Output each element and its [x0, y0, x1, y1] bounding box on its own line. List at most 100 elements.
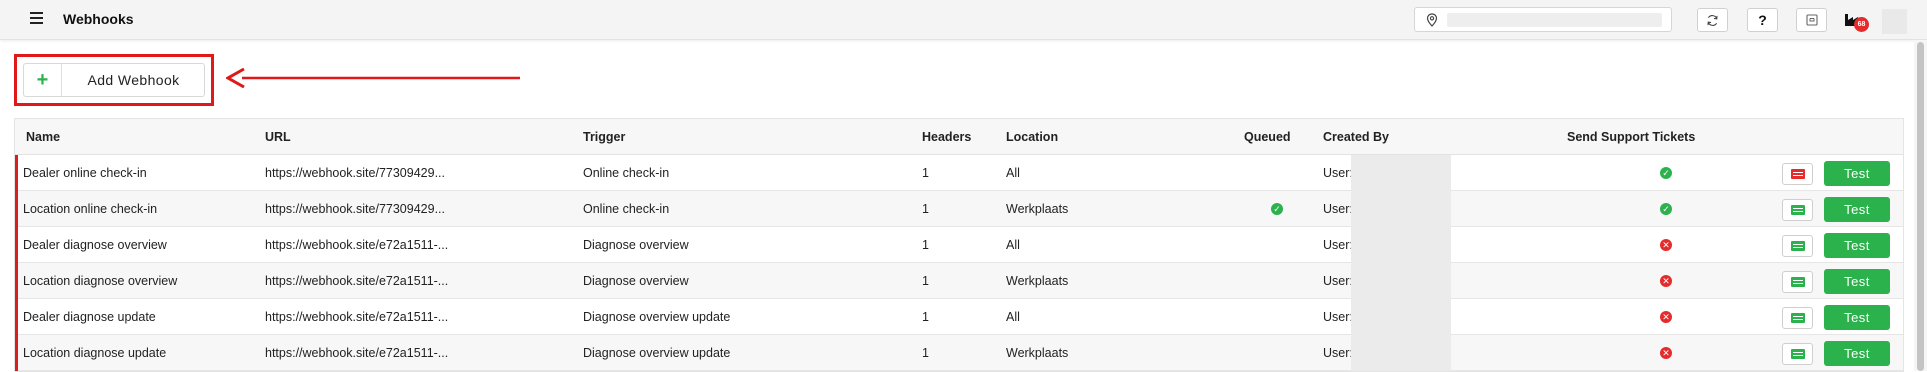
- location-select-value-redacted: [1447, 13, 1662, 27]
- cell-headers: 1: [922, 274, 929, 288]
- location-select[interactable]: [1414, 7, 1672, 32]
- column-header-url[interactable]: URL: [265, 119, 291, 155]
- cell-location: All: [1006, 310, 1020, 324]
- webhooks-table: Name URL Trigger Headers Location Queued…: [14, 118, 1904, 372]
- cell-location: Werkplaats: [1006, 274, 1069, 288]
- annotation-arrow: [226, 68, 520, 88]
- support-tickets-button[interactable]: [1782, 163, 1813, 185]
- archive-button[interactable]: [1796, 8, 1827, 32]
- row-status-bar: [15, 299, 18, 335]
- cell-created-by: User:: [1323, 202, 1353, 216]
- cell-name: Location diagnose update: [23, 346, 167, 360]
- column-header-created-by[interactable]: Created By: [1323, 119, 1389, 155]
- cell-name: Location online check-in: [23, 202, 158, 216]
- archive-icon: [1805, 14, 1818, 26]
- table-row[interactable]: Location diagnose overview https://webhoo…: [15, 263, 1903, 299]
- test-button[interactable]: Test: [1824, 233, 1890, 258]
- cell-headers: 1: [922, 202, 929, 216]
- cell-created-by: User:: [1323, 274, 1353, 288]
- created-by-redacted: [1351, 191, 1451, 227]
- cell-location: Werkplaats: [1006, 346, 1069, 360]
- test-button[interactable]: Test: [1824, 269, 1890, 294]
- column-header-send-support-tickets[interactable]: Send Support Tickets: [1567, 119, 1695, 155]
- column-header-queued[interactable]: Queued: [1244, 119, 1291, 155]
- test-button[interactable]: Test: [1824, 197, 1890, 222]
- ticket-list-icon: [1790, 205, 1805, 215]
- test-button[interactable]: Test: [1824, 305, 1890, 330]
- created-by-redacted: [1351, 263, 1451, 299]
- table-body: Dealer online check-in https://webhook.si…: [15, 155, 1903, 371]
- cell-url: https://webhook.site/77309429...: [265, 202, 445, 216]
- created-by-redacted: [1351, 335, 1451, 371]
- cell-url: https://webhook.site/e72a1511-...: [265, 238, 449, 252]
- plus-icon: +: [24, 64, 62, 96]
- table-row[interactable]: Location online check-in https://webhook.…: [15, 191, 1903, 227]
- cell-name: Dealer diagnose overview: [23, 238, 167, 252]
- cell-url: https://webhook.site/77309429...: [265, 166, 445, 180]
- table-row[interactable]: Dealer diagnose update https://webhook.si…: [15, 299, 1903, 335]
- check-circle-icon: ✓: [1660, 203, 1672, 215]
- support-tickets-button[interactable]: [1782, 199, 1813, 221]
- cell-headers: 1: [922, 346, 929, 360]
- x-circle-icon: ✕: [1660, 311, 1672, 323]
- cell-name: Dealer online check-in: [23, 166, 147, 180]
- cell-headers: 1: [922, 166, 929, 180]
- vertical-scrollbar[interactable]: [1914, 40, 1927, 371]
- table-header: Name URL Trigger Headers Location Queued…: [15, 119, 1903, 155]
- scrollbar-thumb[interactable]: [1917, 42, 1924, 371]
- help-button[interactable]: ?: [1747, 8, 1778, 32]
- cell-url: https://webhook.site/e72a1511-...: [265, 310, 449, 324]
- hamburger-icon[interactable]: [30, 12, 43, 26]
- ticket-list-icon: [1790, 277, 1805, 287]
- cell-created-by: User:: [1323, 310, 1353, 324]
- row-status-bar: [15, 263, 18, 299]
- column-header-location[interactable]: Location: [1006, 119, 1058, 155]
- ticket-list-icon: [1790, 313, 1805, 323]
- check-circle-icon: ✓: [1660, 167, 1672, 179]
- cell-name: Dealer diagnose update: [23, 310, 156, 324]
- column-header-trigger[interactable]: Trigger: [583, 119, 625, 155]
- ticket-list-icon: [1790, 169, 1805, 179]
- cell-location: All: [1006, 166, 1020, 180]
- support-tickets-button[interactable]: [1782, 235, 1813, 257]
- created-by-redacted: [1351, 155, 1451, 191]
- x-circle-icon: ✕: [1660, 239, 1672, 251]
- cell-location: All: [1006, 238, 1020, 252]
- top-bar: Webhooks ? 68: [0, 0, 1927, 40]
- row-status-bar: [15, 227, 18, 263]
- support-tickets-button[interactable]: [1782, 307, 1813, 329]
- column-header-headers[interactable]: Headers: [922, 119, 971, 155]
- cell-trigger: Diagnose overview update: [583, 310, 731, 324]
- test-button[interactable]: Test: [1824, 161, 1890, 186]
- cell-trigger: Diagnose overview: [583, 274, 689, 288]
- cell-trigger: Online check-in: [583, 202, 670, 216]
- cell-url: https://webhook.site/e72a1511-...: [265, 274, 449, 288]
- map-pin-icon: [1426, 13, 1438, 27]
- x-circle-icon: ✕: [1660, 275, 1672, 287]
- cell-created-by: User:: [1323, 166, 1353, 180]
- avatar[interactable]: [1882, 9, 1907, 34]
- table-row[interactable]: Dealer online check-in https://webhook.si…: [15, 155, 1903, 191]
- add-webhook-label: Add Webhook: [87, 72, 180, 88]
- created-by-redacted: [1351, 227, 1451, 263]
- cell-created-by: User:: [1323, 346, 1353, 360]
- cell-headers: 1: [922, 238, 929, 252]
- support-tickets-button[interactable]: [1782, 271, 1813, 293]
- table-row[interactable]: Location diagnose update https://webhook.…: [15, 335, 1903, 371]
- cell-created-by: User:: [1323, 238, 1353, 252]
- column-header-name[interactable]: Name: [26, 119, 60, 155]
- x-circle-icon: ✕: [1660, 347, 1672, 359]
- cell-trigger: Diagnose overview: [583, 238, 689, 252]
- table-row[interactable]: Dealer diagnose overview https://webhook.…: [15, 227, 1903, 263]
- cell-trigger: Diagnose overview update: [583, 346, 731, 360]
- notification-badge: 68: [1854, 17, 1869, 32]
- cell-url: https://webhook.site/e72a1511-...: [265, 346, 449, 360]
- refresh-button[interactable]: [1697, 8, 1728, 32]
- row-status-bar: [15, 191, 18, 227]
- page-title: Webhooks: [63, 11, 134, 27]
- test-button[interactable]: Test: [1824, 341, 1890, 366]
- add-webhook-button[interactable]: + Add Webhook: [23, 63, 205, 97]
- support-tickets-button[interactable]: [1782, 343, 1813, 365]
- row-status-bar: [15, 155, 18, 191]
- ticket-list-icon: [1790, 349, 1805, 359]
